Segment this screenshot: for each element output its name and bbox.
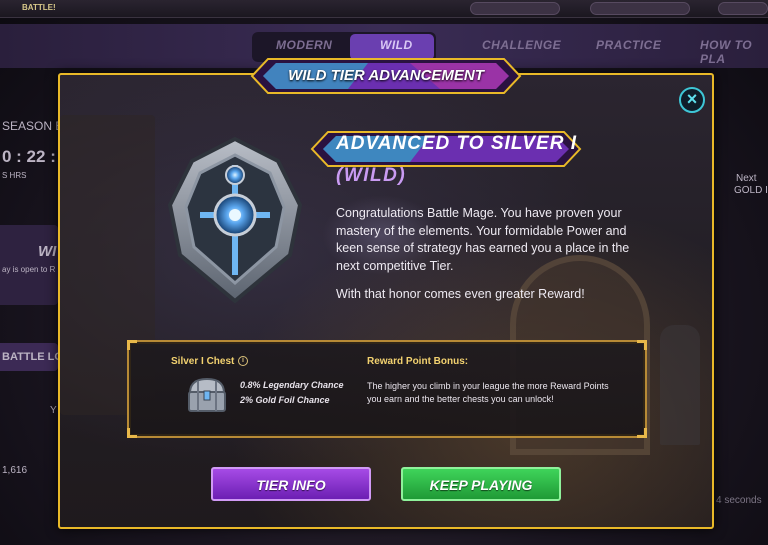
format-subheading: (WILD) <box>336 165 407 186</box>
title-banner-overlay: WILD TIER ADVANCEMENT <box>250 57 522 95</box>
rating-value: 1,616 <box>2 465 28 476</box>
season-timer: 0 : 22 : <box>2 147 56 166</box>
tab-modern[interactable]: MODERN <box>276 38 332 52</box>
chest-title: Silver I Chest <box>171 356 235 367</box>
battle-label[interactable]: BATTLE! <box>22 3 56 12</box>
tab-practice[interactable]: PRACTICE <box>596 38 661 52</box>
close-icon: × <box>686 89 698 109</box>
top-bar: BATTLE! <box>0 0 768 18</box>
info-icon[interactable]: i <box>238 356 248 366</box>
legendary-chance: 0.8% Legendary Chance <box>240 380 344 390</box>
player-initial: Y <box>50 405 57 416</box>
corner-ornament <box>637 428 647 438</box>
left-panel: SEASON E 0 : 22 : S HRS WI ay is open to… <box>0 95 63 545</box>
timer-note: 4 seconds <box>716 495 762 506</box>
currency-pill-3 <box>718 2 768 15</box>
next-label: Next <box>736 173 757 184</box>
room-armor <box>660 325 700 445</box>
advancement-heading: ADVANCED TO SILVER I <box>336 133 577 154</box>
mode-note: ay is open to R <box>2 265 56 274</box>
close-button[interactable]: × <box>679 87 705 113</box>
currency-pill-2 <box>590 2 690 15</box>
bonus-title: Reward Point Bonus: <box>367 356 469 367</box>
corner-ornament <box>637 340 647 350</box>
tab-wild[interactable]: WILD <box>380 38 413 52</box>
corner-ornament <box>127 428 137 438</box>
corner-ornament <box>127 340 137 350</box>
bonus-text: The higher you climb in your league the … <box>367 381 609 404</box>
congratulations-text: Congratulations Battle Mage. You have pr… <box>336 206 630 273</box>
right-panel: Next GOLD I 4 seconds <box>714 95 768 545</box>
reward-teaser-text: With that honor comes even greater Rewar… <box>336 287 585 301</box>
keep-playing-button[interactable]: KEEP PLAYING <box>401 467 561 501</box>
tier-info-button[interactable]: TIER INFO <box>211 467 371 501</box>
tab-challenge[interactable]: CHALLENGE <box>482 38 561 52</box>
silver-chest-icon <box>188 377 226 412</box>
battle-log-label: BATTLE LO <box>2 351 63 363</box>
silver-tier-emblem-icon <box>167 136 303 304</box>
mode-label: WI <box>38 243 57 260</box>
timer-units: S HRS <box>2 171 27 180</box>
tier-advancement-modal: × ADVANCED TO SILVER I (WILD) Congratula… <box>58 73 714 529</box>
currency-pill-1 <box>470 2 560 15</box>
season-label: SEASON E <box>2 119 64 133</box>
gold-foil-chance: 2% Gold Foil Chance <box>240 395 330 405</box>
banner-title: WILD TIER ADVANCEMENT <box>288 67 484 84</box>
reward-panel: Silver I Chest i 0.8% Legendary Chance 2… <box>127 340 647 438</box>
next-tier: GOLD I <box>734 185 768 196</box>
tab-how-to-play[interactable]: HOW TO PLA <box>700 38 768 66</box>
